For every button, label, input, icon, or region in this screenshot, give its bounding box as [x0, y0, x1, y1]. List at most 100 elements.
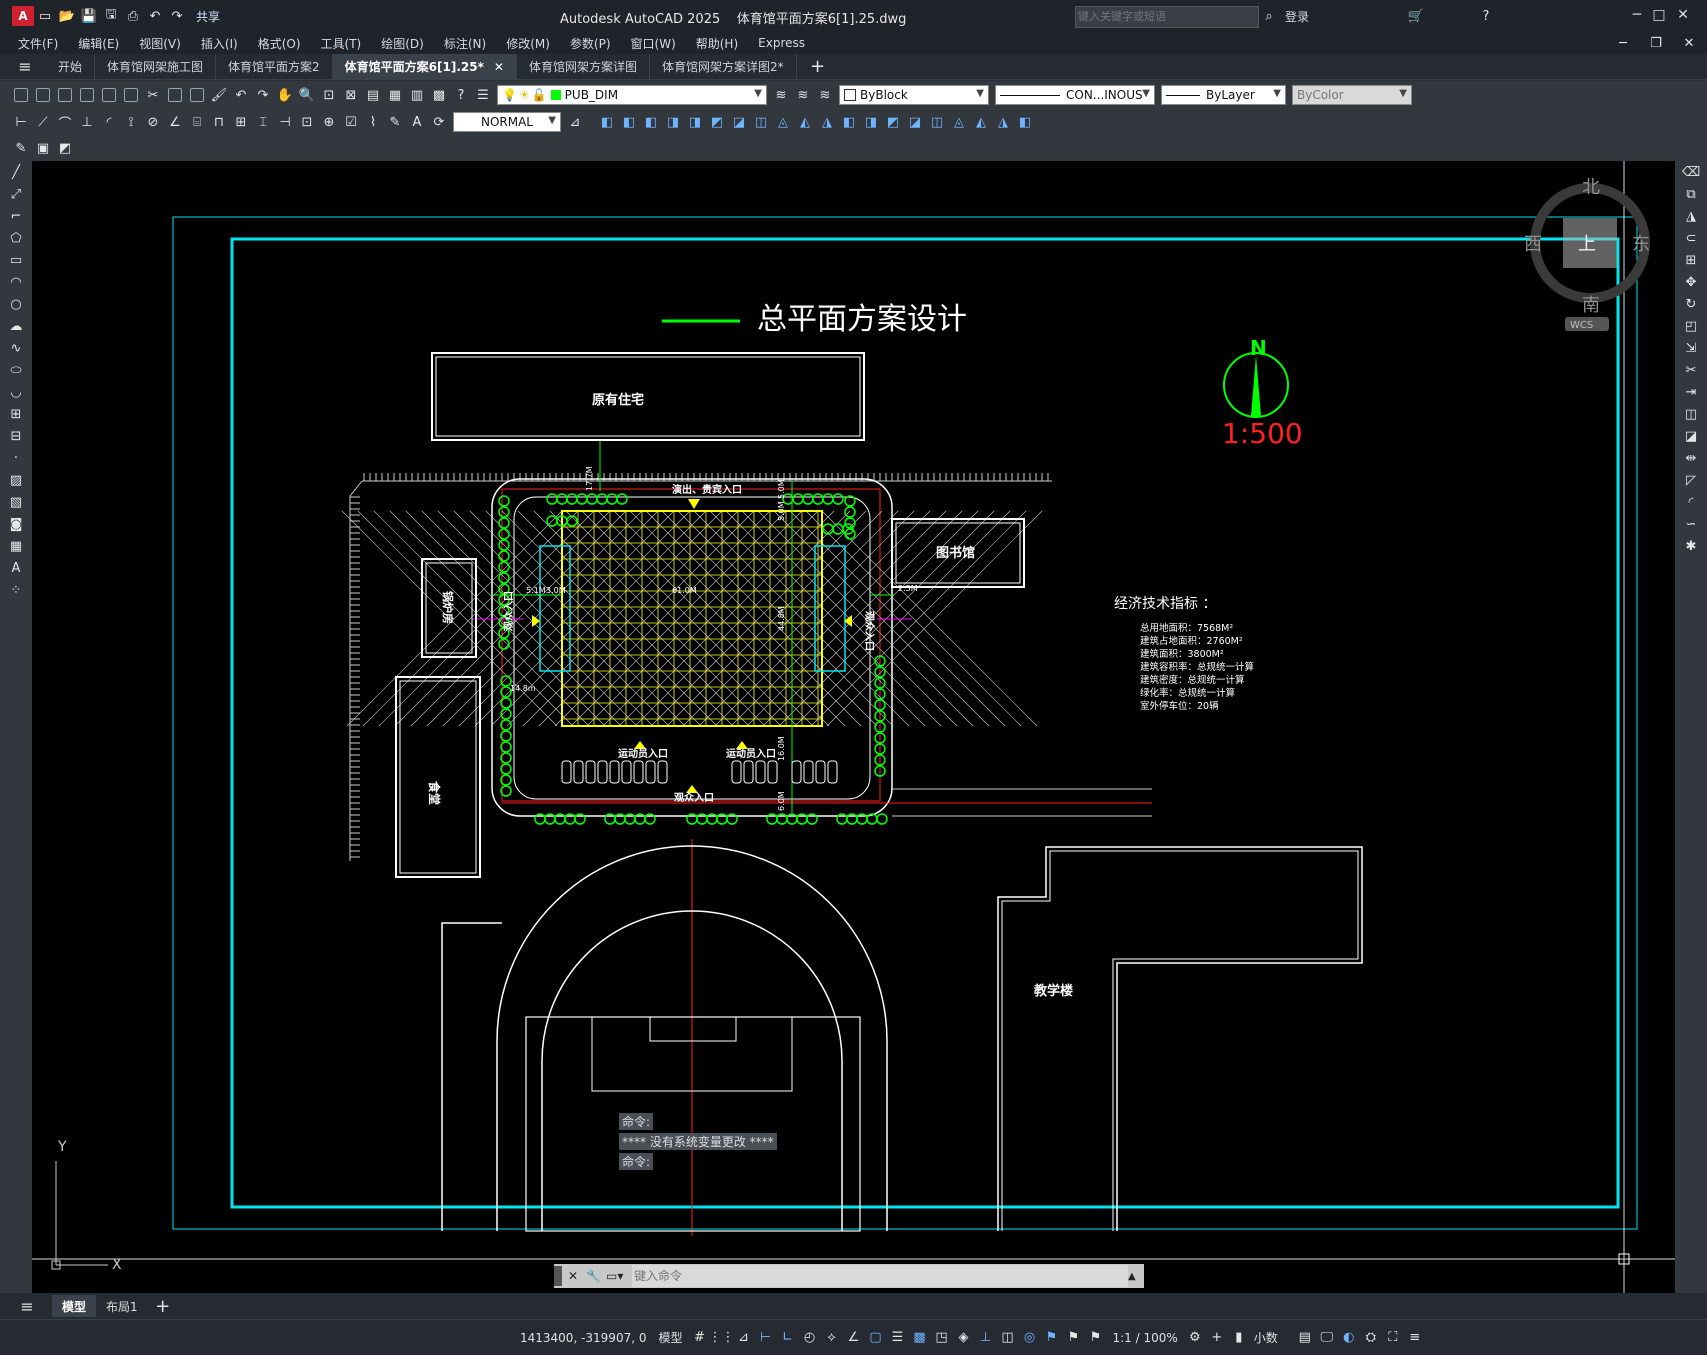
make-current-layer-icon[interactable]: ≋ — [772, 86, 790, 104]
polygon-icon[interactable]: ⬠ — [7, 229, 25, 247]
menu-insert[interactable]: 插入(I) — [191, 35, 248, 52]
annotation-scale-icon[interactable]: ⚑ — [1087, 1329, 1105, 1347]
tab-file-5[interactable]: 体育馆网架方案详图2* — [650, 53, 797, 80]
command-recent-icon[interactable]: ▲ — [1128, 1271, 1144, 1282]
modify-tool-5-icon[interactable]: ◨ — [686, 113, 704, 131]
3d-osnap-icon[interactable]: ◈ — [955, 1329, 973, 1347]
tab-file-4[interactable]: 体育馆网架方案详图 — [517, 53, 650, 80]
lineweight-icon[interactable]: ☰ — [889, 1329, 907, 1347]
drawing-canvas[interactable]: 总平面方案设计 N 1:500 原有住宅 演出、贵宾入口 观众入口 观众入口 观… — [32, 161, 1675, 1293]
stretch-icon[interactable]: ⇲ — [1682, 339, 1700, 357]
menu-dimension[interactable]: 标注(N) — [434, 35, 496, 52]
clean-screen-icon[interactable]: ⛶ — [1384, 1329, 1402, 1347]
doc-minimize-icon[interactable]: ─ — [1614, 34, 1632, 52]
array-icon[interactable]: ⊞ — [1682, 251, 1700, 269]
annotation-scale-dropdown[interactable]: 1:1 / 100% — [1113, 1331, 1178, 1345]
modify-tool-18-icon[interactable]: ◭ — [972, 113, 990, 131]
modify-tool-15-icon[interactable]: ◪ — [906, 113, 924, 131]
open-file-icon[interactable]: 📂 — [58, 7, 76, 25]
modify-tool-9-icon[interactable]: ◬ — [774, 113, 792, 131]
tab-file-2[interactable]: 体育馆平面方案2 — [216, 53, 333, 80]
modify-tool-10-icon[interactable]: ◭ — [796, 113, 814, 131]
trim-icon[interactable]: ✂ — [1682, 361, 1700, 379]
fillet-icon[interactable]: ◜ — [1682, 493, 1700, 511]
layer-properties-icon[interactable]: ☰ — [474, 86, 492, 104]
dynamic-ucs-icon[interactable]: ⊥ — [977, 1329, 995, 1347]
publish-icon[interactable] — [122, 86, 140, 104]
line-icon[interactable]: ╱ — [7, 163, 25, 181]
modify-tool-1-icon[interactable]: ◧ — [598, 113, 616, 131]
modify-tool-17-icon[interactable]: ◬ — [950, 113, 968, 131]
redo-icon[interactable]: ↷ — [254, 86, 272, 104]
selection-filter-icon[interactable]: ◫ — [999, 1329, 1017, 1347]
modify-tool-19-icon[interactable]: ◮ — [994, 113, 1012, 131]
new-icon[interactable] — [12, 86, 30, 104]
cart-icon[interactable]: 🛒 — [1407, 7, 1425, 25]
circle-icon[interactable]: ○ — [7, 295, 25, 313]
match-properties-icon[interactable]: 🖌 — [210, 86, 228, 104]
explode-icon[interactable]: ✱ — [1682, 537, 1700, 555]
dimension-space-icon[interactable]: ⌶ — [254, 113, 272, 131]
extend-icon[interactable]: ⇥ — [1682, 383, 1700, 401]
join-icon[interactable]: ⇹ — [1682, 449, 1700, 467]
move-icon[interactable]: ✥ — [1682, 273, 1700, 291]
grid-icon[interactable]: # — [691, 1329, 709, 1347]
plotstyle-dropdown[interactable]: ByColor ▼ — [1292, 85, 1412, 105]
model-space-button[interactable]: 模型 — [658, 1329, 682, 1346]
hatch-icon[interactable]: ▨ — [7, 471, 25, 489]
units-icon[interactable]: ▮ — [1230, 1329, 1248, 1347]
help-search-input[interactable] — [1075, 6, 1259, 28]
tab-file-1[interactable]: 体育馆网架施工图 — [95, 53, 217, 80]
mirror-icon[interactable]: ◮ — [1682, 207, 1700, 225]
quick-properties-icon[interactable]: ▤ — [1296, 1329, 1314, 1347]
infer-icon[interactable]: ⊿ — [735, 1329, 753, 1347]
multiline-text-icon[interactable]: A — [7, 559, 25, 577]
snap-icon[interactable]: ⋮⋮ — [709, 1329, 735, 1347]
break-at-point-icon[interactable]: ◫ — [1682, 405, 1700, 423]
modify-tool-20-icon[interactable]: ◧ — [1016, 113, 1034, 131]
insert-block-icon[interactable]: ▣ — [34, 139, 52, 157]
make-block-icon[interactable]: ⊟ — [7, 427, 25, 445]
layer-previous-icon[interactable]: ≋ — [794, 86, 812, 104]
command-prompt-icon[interactable]: ▭▾ — [606, 1269, 632, 1283]
center-mark-icon[interactable]: ⊕ — [320, 113, 338, 131]
menu-format[interactable]: 格式(O) — [248, 35, 311, 52]
menu-express[interactable]: Express — [748, 36, 815, 50]
rectangle-icon[interactable]: ▭ — [7, 251, 25, 269]
baseline-dimension-icon[interactable]: ⊓ — [210, 113, 228, 131]
ortho-icon[interactable]: ∟ — [779, 1329, 797, 1347]
inspection-icon[interactable]: ☑ — [342, 113, 360, 131]
dimstyle-dropdown[interactable]: NORMAL ▼ — [453, 112, 561, 132]
chamfer-icon[interactable]: ◸ — [1682, 471, 1700, 489]
spline-icon[interactable]: ∿ — [7, 339, 25, 357]
modify-tool-16-icon[interactable]: ◫ — [928, 113, 946, 131]
block-editor-icon[interactable]: ✎ — [12, 139, 30, 157]
coordinate-readout[interactable]: 1413400, -319907, 0 — [520, 1331, 646, 1345]
zoom-realtime-icon[interactable]: 🔍 — [298, 86, 316, 104]
dimension-update-icon[interactable]: ⟳ — [430, 113, 448, 131]
modify-tool-7-icon[interactable]: ◪ — [730, 113, 748, 131]
tab-start[interactable]: 开始 — [46, 53, 96, 80]
customize-icon[interactable]: 🔧 — [586, 1269, 606, 1283]
properties-icon[interactable]: ▤ — [364, 86, 382, 104]
gear-icon[interactable]: ⚙ — [1186, 1329, 1204, 1347]
cut-icon[interactable]: ✂ — [144, 86, 162, 104]
copy-object-icon[interactable]: ⧉ — [1682, 185, 1700, 203]
aligned-dimension-icon[interactable]: ⟋ — [34, 113, 52, 131]
modify-tool-11-icon[interactable]: ◮ — [818, 113, 836, 131]
copy-icon[interactable] — [166, 86, 184, 104]
design-center-icon[interactable]: ▦ — [386, 86, 404, 104]
plot-icon[interactable] — [78, 86, 96, 104]
undo-icon[interactable]: ↶ — [232, 86, 250, 104]
dynamic-input-icon[interactable]: ⊢ — [757, 1329, 775, 1347]
point-icon[interactable]: · — [7, 449, 25, 467]
modify-tool-4-icon[interactable]: ◨ — [664, 113, 682, 131]
blend-curves-icon[interactable]: ∽ — [1682, 515, 1700, 533]
plot-preview-icon[interactable] — [100, 86, 118, 104]
linear-dimension-icon[interactable]: ⊢ — [12, 113, 30, 131]
pan-icon[interactable]: ✋ — [276, 86, 294, 104]
viewcube[interactable]: 上 北 南 东 西 WCS — [1524, 177, 1650, 331]
tab-file-active[interactable]: 体育馆平面方案6[1].25* ✕ — [332, 53, 517, 80]
linetype-dropdown[interactable]: CON...INOUS ▼ — [995, 85, 1155, 105]
save-icon[interactable]: 💾 — [80, 7, 98, 25]
